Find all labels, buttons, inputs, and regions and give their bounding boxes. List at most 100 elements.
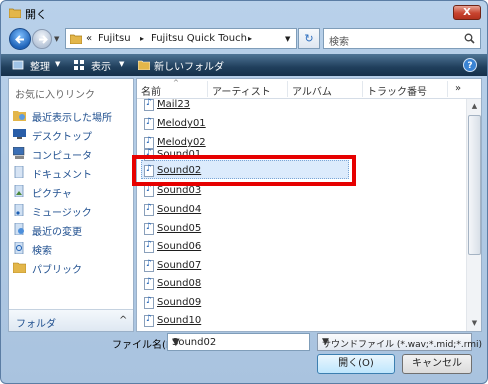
nav-item-computer[interactable]: コンピュータ [13,145,131,163]
file-name: Sound08 [157,278,202,289]
more-columns-button[interactable]: » [455,83,461,94]
new-folder-button[interactable]: 新しいフォルダ [154,58,224,73]
column-track-number[interactable]: トラック番号 [367,83,427,98]
chevron-right-icon[interactable]: ▸ [248,34,252,43]
file-name: Sound09 [157,297,202,308]
nav-item-desktop[interactable]: デスクトップ [13,126,131,144]
desktop-icon [13,129,26,139]
nav-item-searches[interactable]: 検索 [13,240,131,258]
file-name: Mail23 [157,99,191,110]
file-name: Sound07 [157,260,202,271]
nav-item-pictures[interactable]: ピクチャ [13,183,131,201]
favorite-links-header: お気に入りリンク [15,90,95,101]
folders-toggle[interactable]: フォルダ ^ [9,309,133,331]
navigation-pane: お気に入りリンク 最近表示した場所 デスクトップ コンピュータ ドキュメント ピ… [8,78,134,332]
chevron-down-icon[interactable]: ▼ [119,60,124,68]
audio-file-icon [144,184,154,197]
column-separator [447,81,448,97]
music-icon [14,204,24,216]
column-separator [362,81,363,97]
audio-file-icon [144,203,154,216]
nav-item-recently-changed[interactable]: 最近の変更 [13,221,131,239]
address-history-dropdown[interactable]: ▼ [285,35,290,43]
audio-file-icon [144,117,154,130]
scroll-down-arrow-icon[interactable]: ▼ [467,316,482,331]
file-item[interactable]: Sound08 [143,275,343,293]
audio-file-icon [144,314,154,327]
nav-item-documents[interactable]: ドキュメント [13,164,131,182]
scroll-up-arrow-icon[interactable]: ▲ [467,99,482,114]
cancel-button[interactable]: キャンセル [402,354,472,374]
file-name: Sound06 [157,241,202,252]
breadcrumb-fujitsu[interactable]: Fujitsu [98,33,131,44]
file-list-pane: 名前 ^ アーティスト アルバム トラック番号 » Mail23 Melody0… [136,78,482,332]
file-item[interactable]: Melody01 [143,115,343,133]
forward-button[interactable] [32,29,52,49]
file-name: Sound04 [157,204,202,215]
window-title: 開く [25,8,47,21]
organize-button[interactable]: 整理 [30,58,50,73]
chevron-down-icon[interactable]: ▼ [172,337,306,348]
refresh-button[interactable]: ↻ [298,28,320,49]
views-button[interactable]: 表示 [91,58,111,73]
searches-icon [14,242,24,254]
file-name: Melody01 [157,118,206,129]
nav-item-public[interactable]: パブリック [13,259,131,277]
chevron-right-icon[interactable]: ▸ [140,34,144,43]
recent-pages-dropdown[interactable]: ▼ [54,35,63,44]
views-icon [74,60,84,70]
sort-ascending-icon: ^ [173,79,179,87]
help-button[interactable]: ? [463,58,477,72]
chevron-down-icon[interactable]: ▼ [322,337,468,347]
audio-file-icon [144,222,154,235]
scroll-thumb[interactable] [468,115,481,255]
file-item[interactable]: Sound04 [143,201,343,219]
back-button[interactable] [9,28,31,50]
chevron-down-icon[interactable]: ▼ [55,60,60,68]
arrow-right-icon [39,35,48,44]
filename-input[interactable]: Sound02 ▼ [167,333,310,351]
column-separator [287,81,288,97]
file-item[interactable]: Sound06 [143,238,343,256]
open-dialog: 開く X ▼ « Fujitsu ▸ Fujitsu Quick Touch ▸… [0,0,488,384]
search-placeholder: 検索 [329,37,349,48]
computer-icon [13,147,25,159]
documents-icon [14,166,24,178]
address-overflow-button[interactable]: « [86,33,92,44]
file-type-select[interactable]: サウンドファイル (*.wav;*.mid;*.rmi) ▼ [317,333,482,351]
nav-item-recent-places[interactable]: 最近表示した場所 [13,107,131,125]
file-item[interactable]: Mail23 [143,96,343,114]
audio-file-icon [144,240,154,253]
public-folder-icon [13,262,26,273]
open-button[interactable]: 開く(O) [317,354,395,374]
highlight-frame [132,155,356,186]
file-item[interactable]: Sound07 [143,257,343,275]
command-toolbar: 整理 ▼ 表示 ▼ 新しいフォルダ [1,54,487,76]
folders-label: フォルダ [16,319,56,330]
vertical-scrollbar[interactable]: ▲ ▼ [466,99,481,331]
nav-item-music[interactable]: ミュージック [13,202,131,220]
file-name: Sound03 [157,185,202,196]
file-item[interactable]: Sound05 [143,220,343,238]
audio-file-icon [144,296,154,309]
file-item[interactable]: Sound09 [143,294,343,312]
file-item[interactable]: Sound10 [143,312,343,330]
audio-file-icon [144,259,154,272]
recent-places-icon [13,111,26,121]
search-input[interactable]: 検索 [323,28,481,49]
arrow-left-icon [15,35,24,44]
pictures-icon [14,185,24,197]
column-separator [207,81,208,97]
recently-changed-icon [14,223,24,235]
title-bar[interactable]: 開く X [1,1,487,25]
breadcrumb-fujitsu-quick-touch[interactable]: Fujitsu Quick Touch [151,33,247,44]
close-button[interactable]: X [453,5,481,20]
chevron-up-icon: ^ [119,315,128,326]
address-bar[interactable]: « Fujitsu ▸ Fujitsu Quick Touch ▸ ▼ [65,28,297,49]
organize-icon [12,60,24,70]
refresh-icon: ↻ [304,32,314,45]
search-icon[interactable] [464,33,475,44]
audio-file-icon [144,98,154,111]
folder-icon [9,8,21,18]
file-name: Sound10 [157,315,202,326]
